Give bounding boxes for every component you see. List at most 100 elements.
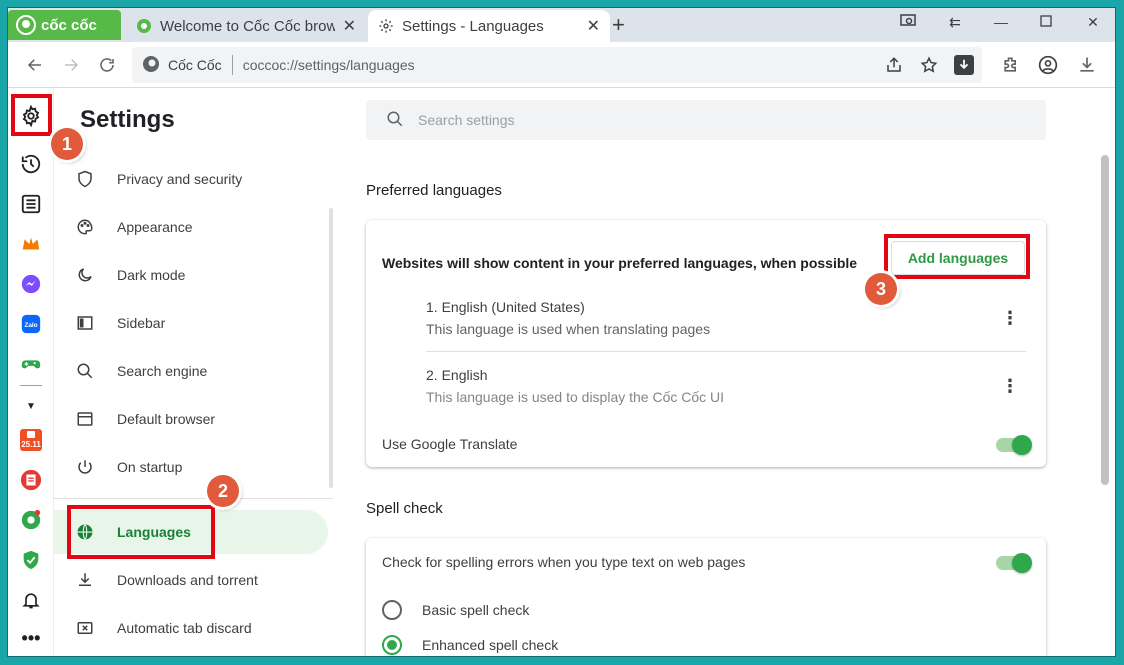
sidebar-item-privacy[interactable]: Privacy and security bbox=[53, 157, 328, 201]
sidebar-item-label: Search engine bbox=[117, 363, 208, 379]
address-bar[interactable]: Cốc Cốc coccoc://settings/languages bbox=[132, 47, 982, 83]
window-close-icon[interactable]: ✕ bbox=[1083, 14, 1103, 31]
reading-list-icon[interactable] bbox=[19, 192, 43, 216]
google-translate-toggle[interactable] bbox=[996, 435, 1032, 455]
search-icon bbox=[386, 110, 404, 131]
downloads-icon[interactable] bbox=[1076, 54, 1098, 76]
browser-window: cốc cốc Welcome to Cốc Cốc browse ✕ Sett… bbox=[7, 7, 1116, 657]
shield-icon bbox=[75, 169, 95, 189]
back-arrow-icon[interactable] bbox=[22, 52, 48, 78]
site-name: Cốc Cốc bbox=[168, 57, 222, 73]
reload-icon[interactable] bbox=[94, 52, 120, 78]
new-tab-button[interactable]: + bbox=[612, 14, 625, 36]
moon-icon bbox=[75, 265, 95, 285]
preferred-languages-heading: Websites will show content in your prefe… bbox=[382, 255, 858, 271]
sidebar-item-default-browser[interactable]: Default browser bbox=[53, 397, 328, 441]
zalo-icon[interactable]: Zalo bbox=[19, 312, 43, 336]
language-note: This language is used when translating p… bbox=[426, 321, 711, 337]
football-icon[interactable] bbox=[19, 508, 43, 532]
sidebar-item-label: Downloads and torrent bbox=[117, 572, 258, 588]
tab-welcome[interactable]: Welcome to Cốc Cốc browse ✕ bbox=[126, 10, 366, 42]
step-badge-2: 2 bbox=[207, 475, 239, 507]
nav-scrollbar[interactable] bbox=[329, 208, 333, 488]
preferred-languages-title: Preferred languages bbox=[366, 182, 502, 199]
crown-icon[interactable] bbox=[19, 232, 43, 256]
tab-settings[interactable]: Settings - Languages ✕ bbox=[368, 10, 610, 42]
google-translate-label: Use Google Translate bbox=[382, 436, 518, 452]
sidebar-item-search-engine[interactable]: Search engine bbox=[53, 349, 328, 393]
sidebar-icon bbox=[75, 313, 95, 333]
step-badge-3: 3 bbox=[865, 273, 897, 305]
extensions-icon[interactable] bbox=[1000, 54, 1022, 76]
bell-icon[interactable] bbox=[19, 588, 43, 612]
enhanced-spell-check-label: Enhanced spell check bbox=[422, 637, 559, 653]
messenger-icon[interactable] bbox=[19, 272, 43, 296]
page-scrollbar[interactable] bbox=[1101, 155, 1109, 485]
language-divider bbox=[426, 351, 1026, 352]
more-icon[interactable]: ••• bbox=[19, 626, 43, 650]
spell-check-title: Spell check bbox=[366, 500, 443, 517]
coccoc-site-icon bbox=[142, 55, 160, 76]
enhanced-spell-check-radio[interactable] bbox=[382, 635, 402, 655]
sidebar-item-appearance[interactable]: Appearance bbox=[53, 205, 328, 249]
forward-arrow-icon[interactable] bbox=[58, 52, 84, 78]
tab-title: Welcome to Cốc Cốc browse bbox=[160, 17, 335, 35]
sidebar-item-on-startup[interactable]: On startup bbox=[53, 445, 328, 489]
gear-icon bbox=[378, 18, 394, 34]
svg-text:25.11: 25.11 bbox=[21, 440, 41, 449]
star-icon[interactable] bbox=[919, 55, 939, 75]
language-note: This language is used to display the Cốc… bbox=[426, 389, 725, 405]
coccoc-logo-icon bbox=[16, 15, 36, 35]
brand-button[interactable]: cốc cốc bbox=[8, 10, 121, 40]
maximize-icon[interactable] bbox=[1036, 14, 1056, 30]
sidebar-item-tab-discard[interactable]: Automatic tab discard bbox=[53, 606, 328, 650]
tab-discard-icon bbox=[75, 618, 95, 638]
language-name: 1. English (United States) bbox=[426, 299, 585, 315]
sidebar-item-sidebar[interactable]: Sidebar bbox=[53, 301, 328, 345]
toolbar: Cốc Cốc coccoc://settings/languages bbox=[8, 42, 1115, 88]
basic-spell-check-radio[interactable] bbox=[382, 600, 402, 620]
profile-avatar-icon[interactable] bbox=[1037, 54, 1059, 76]
spell-check-label: Check for spelling errors when you type … bbox=[382, 554, 746, 570]
palette-icon bbox=[75, 217, 95, 237]
sidebar-item-label: Sidebar bbox=[117, 315, 166, 331]
brand-label: cốc cốc bbox=[41, 16, 97, 34]
minimize-icon[interactable]: — bbox=[991, 14, 1011, 30]
notes-icon[interactable] bbox=[19, 468, 43, 492]
basic-spell-check-label: Basic spell check bbox=[422, 602, 530, 618]
svg-text:Zalo: Zalo bbox=[24, 322, 37, 329]
search-settings-input[interactable]: Search settings bbox=[366, 100, 1046, 140]
download-icon bbox=[75, 570, 95, 590]
sidebar-item-label: Privacy and security bbox=[117, 171, 243, 187]
sidebar-item-downloads[interactable]: Downloads and torrent bbox=[53, 558, 328, 602]
tab-switch-icon[interactable]: ⇇ bbox=[945, 14, 965, 31]
sidebar-rail: Zalo ▼ 25.11 ••• bbox=[8, 88, 54, 656]
url-text: coccoc://settings/languages bbox=[242, 57, 415, 73]
more-options-icon[interactable]: ⋮ bbox=[1001, 376, 1019, 396]
nav-divider bbox=[53, 498, 333, 499]
game-controller-icon[interactable] bbox=[19, 352, 43, 376]
security-shield-icon[interactable] bbox=[19, 548, 43, 572]
highlight-settings-box bbox=[11, 94, 52, 136]
search-icon bbox=[75, 361, 95, 381]
close-icon[interactable]: ✕ bbox=[343, 16, 356, 36]
search-tabs-icon[interactable] bbox=[898, 14, 918, 31]
highlight-languages-box bbox=[67, 505, 215, 559]
sidebar-item-label: Dark mode bbox=[117, 267, 186, 283]
sidebar-item-dark-mode[interactable]: Dark mode bbox=[53, 253, 328, 297]
close-icon[interactable]: ✕ bbox=[587, 16, 600, 36]
history-icon[interactable] bbox=[19, 152, 43, 176]
omnibox-divider bbox=[231, 55, 233, 75]
shopping-promo-icon[interactable]: 25.11 bbox=[19, 428, 43, 452]
spell-check-toggle[interactable] bbox=[996, 553, 1032, 573]
more-options-icon[interactable]: ⋮ bbox=[1001, 308, 1019, 328]
sidebar-item-label: On startup bbox=[117, 459, 183, 475]
chevron-down-icon[interactable]: ▼ bbox=[19, 394, 43, 418]
tab-title: Settings - Languages bbox=[402, 17, 544, 35]
search-placeholder: Search settings bbox=[418, 112, 515, 128]
spell-check-card: Check for spelling errors when you type … bbox=[366, 538, 1046, 656]
tab-strip: cốc cốc Welcome to Cốc Cốc browse ✕ Sett… bbox=[8, 8, 1115, 42]
rail-divider bbox=[20, 385, 42, 386]
download-extension-icon[interactable] bbox=[954, 55, 974, 75]
share-icon[interactable] bbox=[884, 55, 904, 75]
